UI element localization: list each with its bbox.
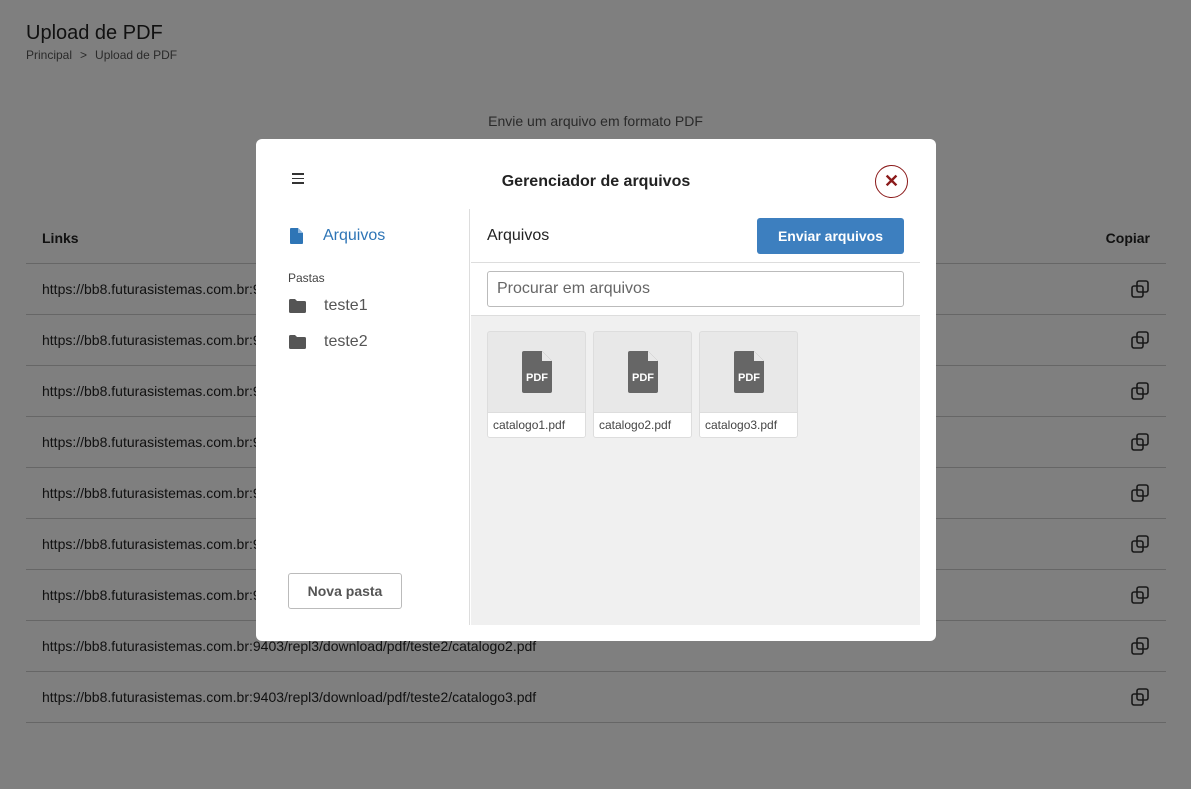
pdf-file-icon: PDF: [521, 351, 552, 393]
folder-label: teste2: [324, 333, 368, 350]
close-icon: ✕: [883, 171, 900, 191]
pdf-file-icon: PDF: [627, 351, 658, 393]
file-name: catalogo3.pdf: [700, 412, 797, 437]
pdf-file-icon: PDF: [733, 351, 764, 393]
file-thumbnail: PDF: [488, 332, 585, 412]
modal-title: Gerenciador de arquivos: [501, 173, 691, 190]
file-name: catalogo1.pdf: [488, 412, 585, 437]
file-card[interactable]: PDF catalogo3.pdf: [699, 331, 798, 438]
svg-text:PDF: PDF: [738, 372, 760, 384]
file-thumbnail: PDF: [594, 332, 691, 412]
file-icon: [290, 228, 303, 244]
search-wrap: [471, 263, 920, 316]
main-header: Arquivos Enviar arquivos: [471, 209, 920, 263]
svg-text:PDF: PDF: [632, 372, 654, 384]
files-area: PDF catalogo1.pdf PDF catalogo2.pdf PDF catal…: [471, 316, 920, 625]
main-title: Arquivos: [487, 226, 550, 244]
file-thumbnail: PDF: [700, 332, 797, 412]
folder-icon: [289, 335, 306, 349]
file-card[interactable]: PDF catalogo1.pdf: [487, 331, 586, 438]
folder-label: teste1: [324, 297, 368, 314]
send-files-button[interactable]: Enviar arquivos: [757, 217, 904, 254]
folders-label: Pastas: [288, 271, 325, 285]
file-card[interactable]: PDF catalogo2.pdf: [593, 331, 692, 438]
sidebar-folder-teste2[interactable]: teste2: [289, 333, 368, 351]
svg-text:PDF: PDF: [526, 372, 548, 384]
close-button[interactable]: ✕: [875, 165, 908, 198]
sidebar-folder-teste1[interactable]: teste1: [289, 297, 368, 315]
file-manager-sidebar: Arquivos Pastas teste1 teste2 Nova pasta: [256, 209, 470, 625]
file-manager-modal: Gerenciador de arquivos ✕ Arquivos Pasta…: [256, 139, 936, 641]
folder-icon: [289, 299, 306, 313]
sidebar-item-files-label: Arquivos: [323, 227, 386, 244]
search-input[interactable]: [487, 271, 904, 307]
new-folder-button[interactable]: Nova pasta: [288, 573, 402, 609]
file-name: catalogo2.pdf: [594, 412, 691, 437]
sidebar-item-files[interactable]: Arquivos: [290, 227, 385, 245]
file-manager-main: Arquivos Enviar arquivos PDF catalogo1.pd…: [471, 209, 920, 625]
